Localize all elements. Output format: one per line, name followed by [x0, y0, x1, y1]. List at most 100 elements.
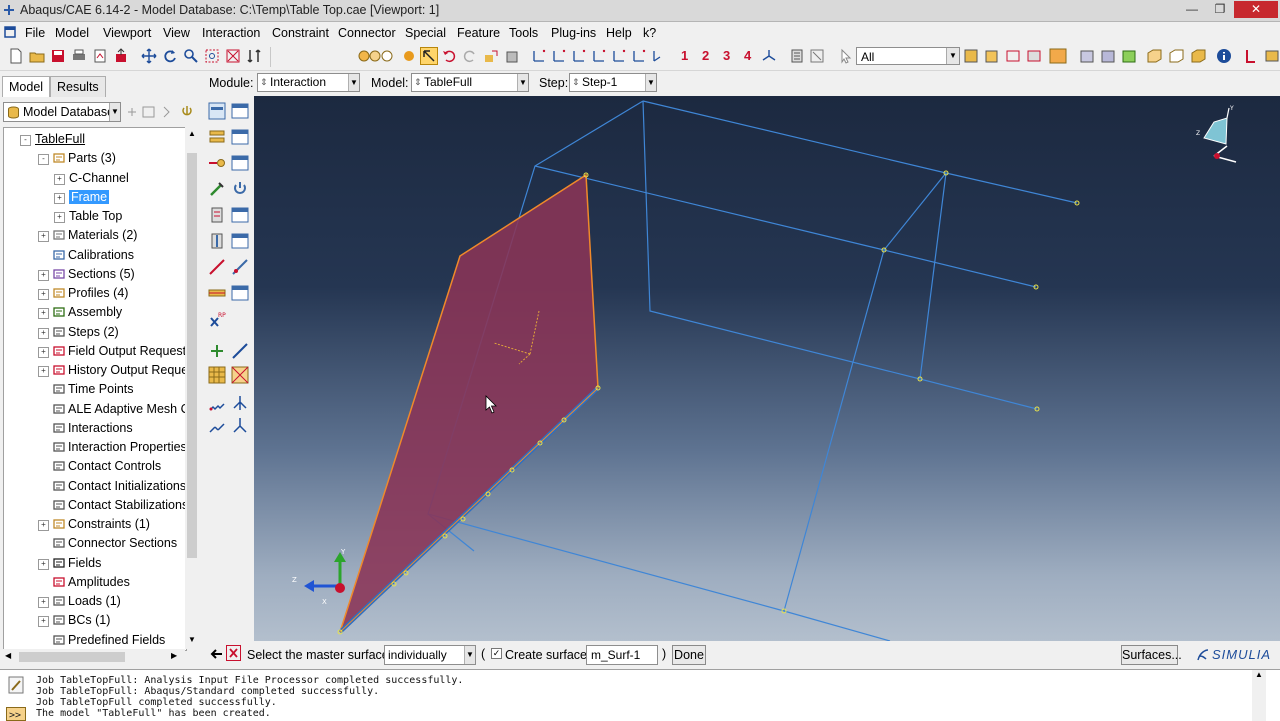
render-style-icons[interactable]	[357, 48, 397, 64]
menu-feature[interactable]: Feature	[457, 26, 500, 40]
tree-vertical-scrollbar[interactable]: ▲ ▼	[185, 127, 199, 649]
tree-filter-icons[interactable]	[126, 104, 196, 120]
expand-icon[interactable]: +	[38, 269, 49, 281]
undo-icon[interactable]	[441, 48, 457, 64]
export-icon[interactable]	[113, 48, 129, 64]
window-menu-icon[interactable]	[4, 26, 16, 38]
select-tool-icon[interactable]	[420, 47, 438, 65]
view-orientation-glyph[interactable]: Y Z	[1194, 104, 1240, 166]
fastener-manager-icon[interactable]	[231, 232, 249, 250]
chevron-down-icon[interactable]: ▼	[946, 48, 959, 64]
tree-item[interactable]: + C-Channel	[54, 169, 129, 188]
rotate-icon[interactable]	[162, 48, 178, 64]
tree-item[interactable]: - TableFull	[20, 130, 85, 149]
tool-extras-icons[interactable]	[1244, 48, 1280, 64]
expand-icon[interactable]: +	[38, 366, 49, 377]
connector-manager-icon[interactable]	[231, 284, 249, 302]
view-4-button[interactable]: 4	[744, 48, 751, 63]
tree-item[interactable]: + Frame	[54, 188, 110, 207]
about-icon[interactable]	[1216, 48, 1232, 64]
property-manager-icon[interactable]	[231, 128, 249, 146]
contact-controls-icon[interactable]	[208, 154, 226, 172]
collapse-icon[interactable]: -	[38, 154, 49, 166]
contact-stabilization-icon[interactable]	[231, 180, 249, 198]
expand-icon[interactable]: +	[54, 173, 65, 185]
cycle-view-icon[interactable]	[246, 48, 262, 64]
python-prompt-icon[interactable]: >>	[6, 707, 26, 721]
create-inertia-icon[interactable]	[208, 416, 226, 434]
tree-item[interactable]: Calibrations	[38, 246, 134, 265]
expand-icon[interactable]: +	[54, 192, 65, 204]
open-file-icon[interactable]	[29, 48, 45, 64]
create-crack-icon[interactable]	[231, 416, 249, 434]
tab-model[interactable]: Model	[2, 76, 51, 97]
box-zoom-icon[interactable]	[204, 48, 220, 64]
menu-interaction[interactable]: Interaction	[202, 26, 260, 40]
step-combo[interactable]: ⇕ Step-1 ▼	[569, 73, 657, 92]
viewport[interactable]: Y Z Y Z X	[254, 96, 1280, 641]
menu-connector[interactable]: Connector	[338, 26, 396, 40]
chevron-down-icon[interactable]: ▼	[348, 74, 359, 91]
create-constraint-icon[interactable]	[208, 206, 226, 224]
module-combo[interactable]: ⇕ Interaction ▼	[257, 73, 360, 92]
menu-tools[interactable]: Tools	[509, 26, 538, 40]
maximize-button[interactable]: ❐	[1207, 1, 1233, 18]
create-wire-icon[interactable]	[208, 258, 226, 276]
message-scrollbar[interactable]: ▲	[1252, 670, 1266, 721]
chevron-down-icon[interactable]: ▼	[517, 74, 528, 91]
interaction-manager-icon[interactable]	[231, 102, 249, 120]
scroll-up-icon[interactable]: ▲	[1252, 670, 1266, 679]
predefined-views-icons[interactable]	[531, 48, 663, 64]
minimize-button[interactable]: —	[1178, 1, 1206, 18]
print-icon[interactable]	[71, 48, 87, 64]
create-interaction-property-icon[interactable]	[208, 128, 226, 146]
expand-icon[interactable]: +	[38, 597, 49, 608]
scroll-down-icon[interactable]: ▼	[186, 633, 198, 647]
iso-view-icon[interactable]	[761, 48, 777, 64]
tree-item[interactable]: + Sections (5)	[38, 265, 135, 284]
tools-icon[interactable]	[809, 48, 825, 64]
tree-item[interactable]: + Field Output Requests	[38, 342, 186, 361]
menu-help[interactable]: Help	[606, 26, 632, 40]
tree-horizontal-scrollbar[interactable]: ◀ ▶	[3, 649, 185, 665]
surface-name-input[interactable]: m_Surf-1	[586, 645, 658, 665]
expand-icon[interactable]: +	[38, 289, 49, 300]
scroll-left-icon[interactable]: ◀	[5, 651, 11, 660]
query-icon[interactable]	[789, 48, 805, 64]
tree-item[interactable]: Amplitudes	[38, 573, 130, 592]
menu-file[interactable]: File	[25, 26, 45, 40]
tree-item[interactable]: + Steps (2)	[38, 323, 119, 342]
menu-view[interactable]: View	[163, 26, 190, 40]
expand-icon[interactable]: +	[38, 520, 49, 531]
menu-model[interactable]: Model	[55, 26, 89, 40]
tree-item[interactable]: Contact Controls	[38, 457, 161, 476]
controls-manager-icon[interactable]	[231, 154, 249, 172]
create-dashpot-icon[interactable]	[231, 394, 249, 412]
expand-icon[interactable]: +	[38, 558, 49, 570]
create-spring-icon[interactable]	[208, 394, 226, 412]
create-connector-icon[interactable]	[231, 258, 249, 276]
tree-item[interactable]: Predefined Fields	[38, 631, 165, 650]
chevron-down-icon[interactable]: ▼	[109, 103, 120, 121]
tree-item[interactable]: Contact Initializations	[38, 477, 186, 496]
partition-icon[interactable]	[208, 366, 226, 384]
create-surface-checkbox[interactable]: ✓	[491, 648, 502, 659]
virtual-topology-icon[interactable]	[231, 366, 249, 384]
view-options-icon[interactable]	[483, 48, 499, 64]
save-icon[interactable]	[50, 48, 66, 64]
menu-plugins[interactable]: Plug-ins	[551, 26, 596, 40]
tree-item[interactable]: Contact Stabilizations	[38, 496, 186, 515]
done-button[interactable]: Done	[672, 645, 706, 665]
expand-icon[interactable]: +	[38, 616, 49, 628]
model-database-combo[interactable]: Model Database ▼	[3, 102, 121, 122]
tree-item[interactable]: Time Points	[38, 380, 134, 399]
scroll-right-icon[interactable]: ▶	[171, 651, 177, 660]
surfaces-button[interactable]: Surfaces...	[1121, 645, 1182, 665]
view-1-button[interactable]: 1	[681, 48, 688, 63]
expand-icon[interactable]: +	[38, 231, 49, 243]
selection-method-combo[interactable]: individually ▼	[384, 645, 476, 665]
zoom-icon[interactable]	[183, 48, 199, 64]
menu-constraint[interactable]: Constraint	[272, 26, 329, 40]
model-combo[interactable]: ⇕ TableFull ▼	[411, 73, 529, 92]
expand-icon[interactable]: +	[38, 308, 49, 320]
